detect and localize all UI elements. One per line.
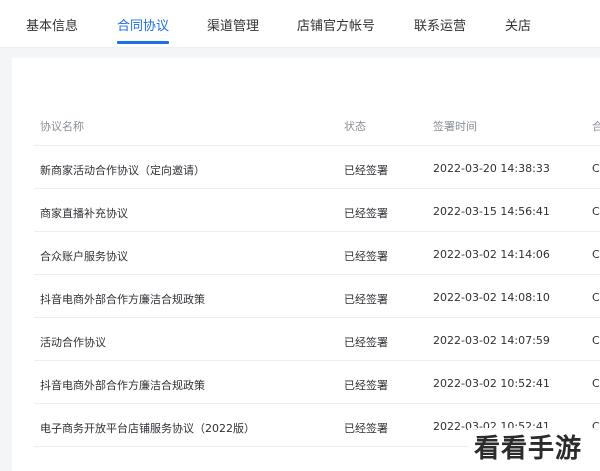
agreement-sign-time: 2022-03-02 14:07:59 bbox=[433, 334, 550, 347]
agreement-status: 已经签署 bbox=[344, 207, 388, 220]
agreement-action-link[interactable]: C bbox=[592, 291, 600, 304]
header-status: 状态 bbox=[344, 120, 366, 133]
agreement-status: 已经签署 bbox=[344, 293, 388, 306]
agreement-status: 已经签署 bbox=[344, 336, 388, 349]
agreement-status: 已经签署 bbox=[344, 164, 388, 177]
header-sign-time: 签署时间 bbox=[433, 120, 477, 133]
active-tab-indicator bbox=[117, 41, 169, 44]
agreement-name: 抖音电商外部合作方廉洁合规政策 bbox=[40, 379, 205, 392]
agreement-name: 商家直播补充协议 bbox=[40, 207, 128, 220]
agreement-action-link[interactable]: C bbox=[592, 162, 600, 175]
table-header-row: 协议名称 状态 签署时间 合 bbox=[34, 110, 600, 146]
contract-panel: 协议名称 状态 签署时间 合 新商家活动合作协议（定向邀请） 已经签署 2022… bbox=[12, 58, 600, 471]
site-watermark: 看看手游网 bbox=[468, 428, 600, 471]
agreement-sign-time: 2022-03-02 10:52:41 bbox=[433, 377, 550, 390]
agreement-name: 电子商务开放平台店铺服务协议（2022版） bbox=[40, 422, 255, 435]
table-row: 活动合作协议 已经签署 2022-03-02 14:07:59 C bbox=[34, 318, 600, 361]
header-agreement-name: 协议名称 bbox=[40, 120, 84, 133]
agreement-status: 已经签署 bbox=[344, 422, 388, 435]
agreement-status: 已经签署 bbox=[344, 379, 388, 392]
agreement-sign-time: 2022-03-15 14:56:41 bbox=[433, 205, 550, 218]
agreement-sign-time: 2022-03-20 14:38:33 bbox=[433, 162, 550, 175]
tab-contact-operations[interactable]: 联系运营 bbox=[414, 15, 466, 34]
agreement-sign-time: 2022-03-02 14:14:06 bbox=[433, 248, 550, 261]
agreement-name: 合众账户服务协议 bbox=[40, 250, 128, 263]
agreement-action-link[interactable]: C bbox=[592, 205, 600, 218]
table-row: 商家直播补充协议 已经签署 2022-03-15 14:56:41 C bbox=[34, 189, 600, 232]
tab-close-store[interactable]: 关店 bbox=[505, 15, 531, 34]
tab-basic-info[interactable]: 基本信息 bbox=[26, 15, 78, 34]
agreement-action-link[interactable]: C bbox=[592, 334, 600, 347]
agreement-name: 新商家活动合作协议（定向邀请） bbox=[40, 164, 205, 177]
tab-contract-agreement[interactable]: 合同协议 bbox=[117, 15, 169, 34]
tab-official-account[interactable]: 店铺官方帐号 bbox=[297, 15, 375, 34]
agreement-name: 活动合作协议 bbox=[40, 336, 106, 349]
agreement-sign-time: 2022-03-02 14:08:10 bbox=[433, 291, 550, 304]
header-operation: 合 bbox=[592, 120, 600, 133]
table-row: 抖音电商外部合作方廉洁合规政策 已经签署 2022-03-02 14:08:10… bbox=[34, 275, 600, 318]
table-row: 抖音电商外部合作方廉洁合规政策 已经签署 2022-03-02 10:52:41… bbox=[34, 361, 600, 404]
tab-channel-management[interactable]: 渠道管理 bbox=[207, 15, 259, 34]
agreement-action-link[interactable]: C bbox=[592, 248, 600, 261]
agreement-action-link[interactable]: C bbox=[592, 377, 600, 390]
agreement-name: 抖音电商外部合作方廉洁合规政策 bbox=[40, 293, 205, 306]
table-row: 新商家活动合作协议（定向邀请） 已经签署 2022-03-20 14:38:33… bbox=[34, 146, 600, 189]
tab-bar: 基本信息 合同协议 渠道管理 店铺官方帐号 联系运营 关店 bbox=[0, 0, 600, 48]
agreement-status: 已经签署 bbox=[344, 250, 388, 263]
table-row: 合众账户服务协议 已经签署 2022-03-02 14:14:06 C bbox=[34, 232, 600, 275]
